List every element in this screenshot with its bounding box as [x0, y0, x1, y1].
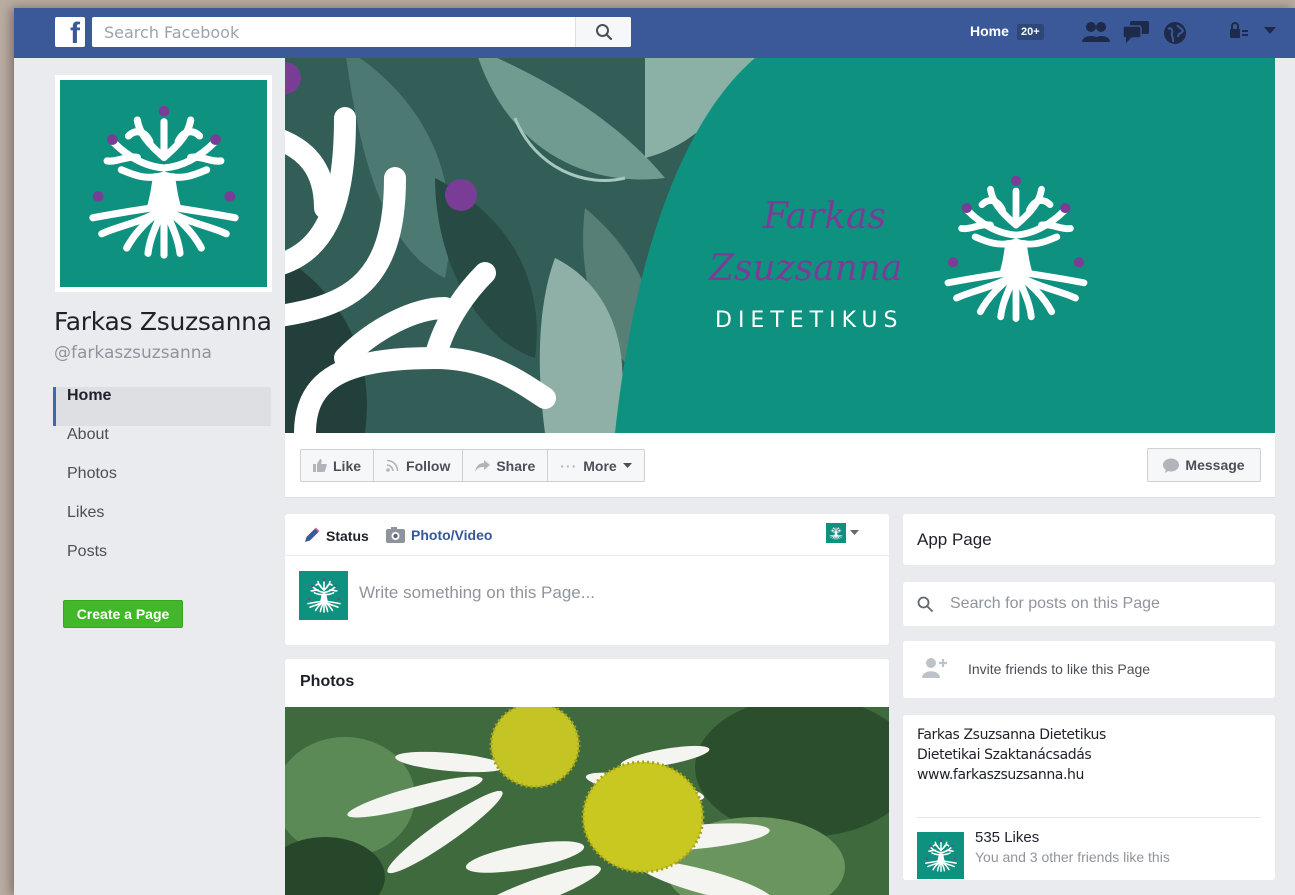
more-dots-icon: ··· [560, 457, 578, 474]
like-button[interactable]: Like [301, 450, 375, 481]
privacy-lock-icon[interactable] [1230, 21, 1248, 41]
page-action-buttons: Like Follow Share ··· More [300, 449, 645, 482]
tab-photo-video[interactable]: Photo/Video [386, 527, 492, 543]
search-icon [917, 596, 933, 612]
create-page-button[interactable]: Create a Page [63, 600, 183, 628]
tab-status[interactable]: Status [303, 527, 369, 544]
nav-home-link[interactable]: Home [970, 23, 1009, 39]
post-composer: Status Photo/Video [285, 514, 889, 645]
home-notification-badge: 20+ [1017, 24, 1044, 40]
follow-button[interactable]: Follow [374, 450, 464, 481]
share-label: Share [496, 457, 536, 474]
follow-label: Follow [406, 457, 451, 474]
composer-input[interactable] [359, 578, 859, 608]
photos-section: Photos [285, 659, 889, 895]
top-navigation-bar: f Home 20+ [14, 8, 1295, 58]
like-label: Like [333, 457, 362, 474]
cover-script-line1: Farkas [763, 196, 886, 237]
page-action-bar: Like Follow Share ··· More Message [285, 433, 1275, 498]
app-page-label: App Page [917, 530, 992, 549]
add-friend-icon [922, 658, 947, 678]
message-label: Message [1185, 457, 1245, 473]
facebook-page-window: f Home 20+ [14, 8, 1295, 895]
about-card: Farkas Zsuzsanna Dietetikus Dietetikai S… [903, 715, 1275, 880]
tree-logo-icon [304, 578, 344, 614]
pencil-icon [305, 527, 320, 542]
tree-logo-icon [828, 526, 844, 540]
tab-photo-video-label: Photo/Video [411, 527, 493, 543]
thumbs-up-icon [313, 459, 327, 472]
cover-tagline: DIETETIKUS [715, 308, 904, 333]
side-nav-photos[interactable]: Photos [53, 465, 271, 504]
rss-follow-icon [386, 459, 399, 472]
page-name[interactable]: Farkas Zsuzsanna [54, 307, 272, 336]
invite-friends-label: Invite friends to like this Page [968, 661, 1151, 677]
chamomile-photo[interactable] [285, 707, 889, 895]
notifications-globe-icon[interactable] [1163, 21, 1187, 45]
chevron-down-icon [622, 462, 632, 468]
tab-status-label: Status [326, 527, 369, 544]
message-bubble-icon [1163, 458, 1180, 473]
facebook-logo[interactable]: f [55, 17, 85, 47]
search-box [92, 17, 631, 47]
composer-body [285, 556, 889, 645]
post-as-avatar [826, 523, 846, 543]
side-nav-home[interactable]: Home [53, 387, 271, 426]
about-website-link[interactable]: www.farkaszsuzsanna.hu [917, 767, 1084, 783]
side-nav-likes[interactable]: Likes [53, 504, 271, 543]
messages-icon[interactable] [1123, 21, 1149, 43]
search-input[interactable] [92, 17, 574, 47]
share-button[interactable]: Share [463, 450, 549, 481]
camera-icon [386, 527, 405, 543]
cover-script-line2: Zsuzsanna [709, 248, 903, 289]
likes-count[interactable]: 535 Likes [975, 829, 1039, 846]
post-as-selector[interactable] [826, 523, 859, 543]
search-posts-input[interactable] [950, 591, 1260, 617]
cover-photo[interactable]: Farkas Zsuzsanna DIETETIKUS [285, 58, 1275, 433]
about-category: Dietetikai Szaktanácsadás [917, 747, 1092, 763]
invite-friends-card[interactable]: Invite friends to like this Page [903, 641, 1275, 698]
more-button[interactable]: ··· More [548, 450, 643, 481]
tree-logo-icon [922, 839, 960, 873]
composer-tabs: Status Photo/Video [285, 514, 889, 556]
share-arrow-icon [475, 459, 491, 472]
side-nav-posts[interactable]: Posts [53, 543, 271, 582]
profile-picture[interactable] [55, 75, 272, 292]
profile-logo [60, 80, 267, 287]
photos-title[interactable]: Photos [285, 659, 889, 707]
chevron-down-icon [850, 530, 859, 535]
cover-artwork [285, 58, 1275, 433]
message-button[interactable]: Message [1147, 448, 1261, 482]
divider [917, 817, 1261, 818]
more-label: More [583, 457, 617, 474]
page-handle[interactable]: @farkaszsuzsanna [54, 343, 212, 363]
app-page-card[interactable]: App Page [903, 514, 1275, 565]
search-button[interactable] [575, 17, 631, 47]
friend-requests-icon[interactable] [1082, 21, 1110, 43]
tree-logo-icon [75, 104, 253, 264]
composer-avatar [299, 571, 348, 620]
chamomile-flower-image [285, 707, 889, 895]
side-nav-about[interactable]: About [53, 426, 271, 465]
likes-friends-text: You and 3 other friends like this [975, 849, 1170, 865]
search-icon [595, 24, 612, 41]
cover-tree-logo-icon [931, 173, 1101, 328]
about-business-name: Farkas Zsuzsanna Dietetikus [917, 727, 1106, 743]
search-posts-card [903, 582, 1275, 626]
page-side-nav: Home About Photos Likes Posts [53, 387, 271, 582]
account-menu-icon[interactable] [1264, 27, 1276, 35]
likes-avatar [917, 832, 964, 879]
